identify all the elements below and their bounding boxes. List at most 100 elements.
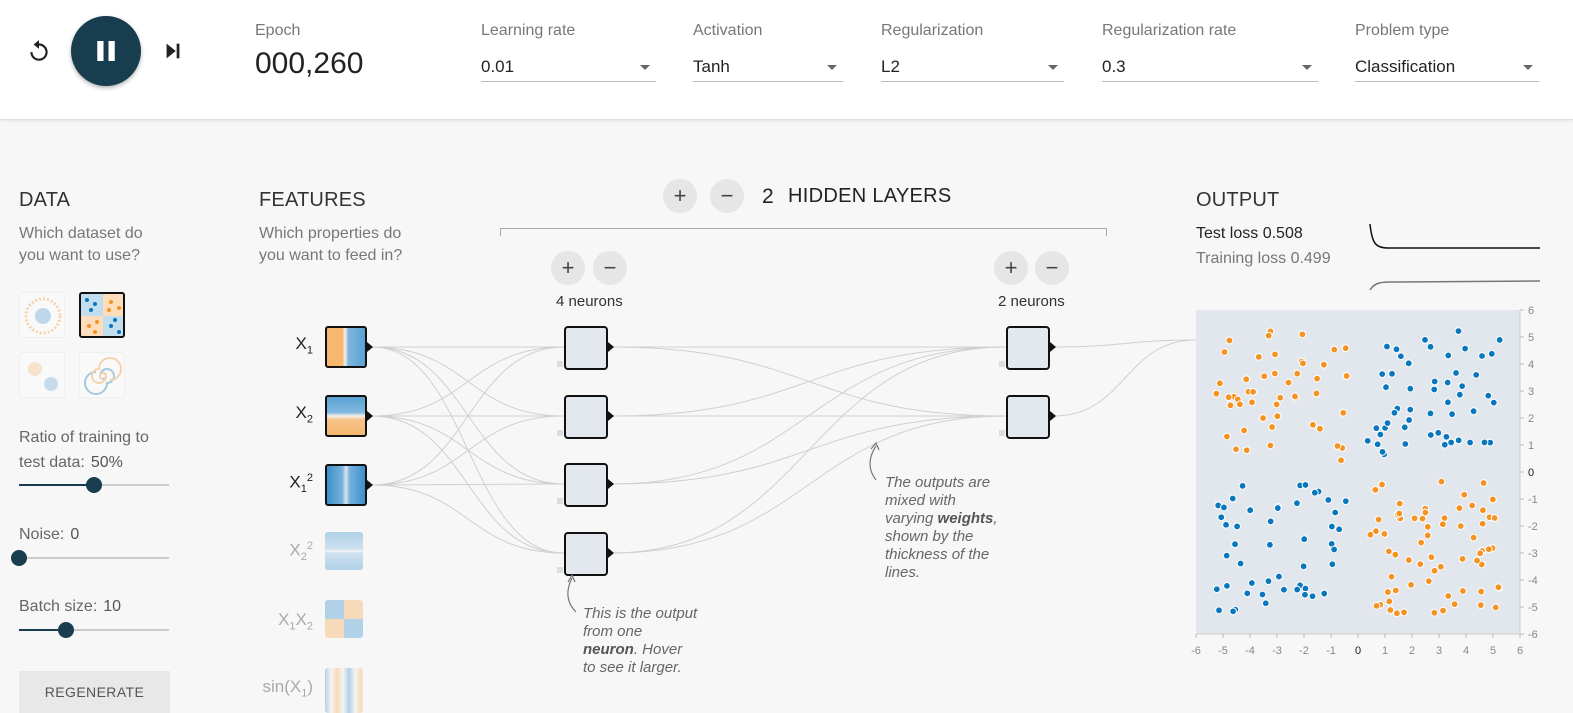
data-point <box>1271 350 1279 359</box>
feature-node-sin-x1[interactable] <box>325 668 363 713</box>
hidden-layers-count: 2 <box>762 185 774 208</box>
data-point <box>1476 549 1485 558</box>
weight-link[interactable] <box>371 484 565 554</box>
data-point <box>1382 383 1390 392</box>
data-point <box>1437 477 1446 486</box>
neuron-l1-1[interactable] <box>564 326 614 370</box>
feature-node-x1[interactable] <box>325 326 373 368</box>
neuron-bias <box>557 498 563 504</box>
y-tick-label: -4 <box>1528 575 1538 587</box>
data-point <box>1272 400 1281 409</box>
data-point <box>1320 589 1329 598</box>
data-point <box>1293 585 1302 594</box>
data-point <box>1301 590 1309 599</box>
weight-link[interactable] <box>611 346 1007 417</box>
data-point <box>1440 440 1449 449</box>
x-tick-label: -1 <box>1326 645 1336 657</box>
data-point <box>1293 369 1302 378</box>
note-bold: weights <box>937 510 994 527</box>
output-scatter-plot[interactable]: -6 -5 -4 -3 -2 -1 0 1 2 3 4 5 6 6 5 4 3 2 1 0 -1 -2 -3 -4 -5 -6 <box>1180 300 1550 660</box>
data-point <box>1390 408 1399 417</box>
data-point <box>1270 369 1279 378</box>
y-tick-label: 5 <box>1528 332 1534 344</box>
weight-link[interactable] <box>371 346 565 417</box>
note-bold: neuron <box>583 641 634 658</box>
y-tick-label: -2 <box>1528 521 1538 533</box>
data-point <box>1476 601 1485 610</box>
data-point <box>1393 609 1401 618</box>
data-point <box>1426 431 1435 439</box>
data-point <box>1243 589 1252 598</box>
output-plot[interactable]: -6 -5 -4 -3 -2 -1 0 1 2 3 4 5 6 6 5 4 3 2 1 0 -1 -2 -3 -4 -5 -6 <box>1180 300 1550 660</box>
neuron-l2-1[interactable] <box>1006 326 1056 370</box>
data-point <box>1260 372 1269 381</box>
node-output-arrow <box>1050 411 1056 421</box>
feature-node-x1-squared[interactable] <box>325 464 373 506</box>
node-output-arrow <box>1050 342 1056 352</box>
data-point <box>1400 608 1408 617</box>
neuron-bias <box>557 430 563 436</box>
data-point <box>1223 432 1231 441</box>
note-line: , <box>993 510 998 527</box>
data-point <box>1300 535 1309 544</box>
data-point <box>1491 603 1500 612</box>
note-line: from one <box>583 623 643 640</box>
feature-node-x2-squared[interactable] <box>325 532 363 570</box>
neuron-l1-3[interactable] <box>564 463 614 507</box>
weight-link[interactable] <box>1053 339 1197 417</box>
data-point <box>1386 606 1395 614</box>
x-tick-label: 2 <box>1409 645 1415 657</box>
data-point <box>1454 327 1463 335</box>
neuron-l1-2[interactable] <box>564 395 614 439</box>
add-layer-button[interactable]: + <box>663 179 697 213</box>
data-point <box>1276 393 1285 402</box>
test-loss: Test loss 0.508 <box>1196 225 1303 243</box>
data-point <box>1421 508 1430 517</box>
feature-node-x1x2[interactable] <box>325 600 363 638</box>
data-point <box>1324 496 1333 504</box>
data-point <box>1395 509 1404 518</box>
weight-link[interactable] <box>371 415 565 486</box>
minus-icon: − <box>720 183 734 208</box>
data-point <box>1490 514 1499 522</box>
data-point <box>1427 553 1436 562</box>
data-point <box>1489 398 1498 407</box>
add-neuron-layer1-button[interactable]: + <box>551 251 585 285</box>
data-point <box>1284 378 1293 387</box>
data-point <box>1430 608 1439 617</box>
neuron-bias <box>557 361 563 367</box>
feature-node-x2[interactable] <box>325 395 373 437</box>
data-point <box>1225 336 1234 345</box>
data-point <box>1240 426 1249 435</box>
data-point <box>1469 407 1478 416</box>
layer2-neuron-count: 2 neurons <box>998 293 1065 310</box>
note-line: to see it larger. <box>583 659 682 676</box>
remove-neuron-layer1-button[interactable]: − <box>593 251 627 285</box>
data-point <box>1363 436 1372 445</box>
data-point <box>1484 391 1493 400</box>
neuron-l2-2[interactable] <box>1006 395 1056 439</box>
data-point <box>1228 494 1237 503</box>
data-point <box>1423 522 1432 531</box>
remove-layer-button[interactable]: − <box>710 179 744 213</box>
data-point <box>1220 503 1228 512</box>
weight-link[interactable] <box>1053 339 1197 348</box>
data-point <box>1392 345 1401 354</box>
data-point <box>1416 560 1425 569</box>
weight-link[interactable] <box>371 483 565 486</box>
y-tick-label: 1 <box>1528 440 1534 452</box>
data-point <box>1335 525 1344 534</box>
data-point <box>1212 389 1221 398</box>
y-tick-label: 3 <box>1528 386 1534 398</box>
remove-neuron-layer2-button[interactable]: − <box>1035 251 1069 285</box>
plot-background <box>1196 310 1520 634</box>
loss-curve-chart <box>1369 223 1540 291</box>
data-point <box>1372 601 1381 610</box>
data-point <box>1212 585 1221 594</box>
data-point <box>1316 424 1324 433</box>
y-tick-label: -5 <box>1528 602 1538 614</box>
x-tick-label: -4 <box>1245 645 1255 657</box>
layers-bracket <box>500 228 1107 236</box>
add-neuron-layer2-button[interactable]: + <box>994 251 1028 285</box>
data-point <box>1231 540 1239 549</box>
